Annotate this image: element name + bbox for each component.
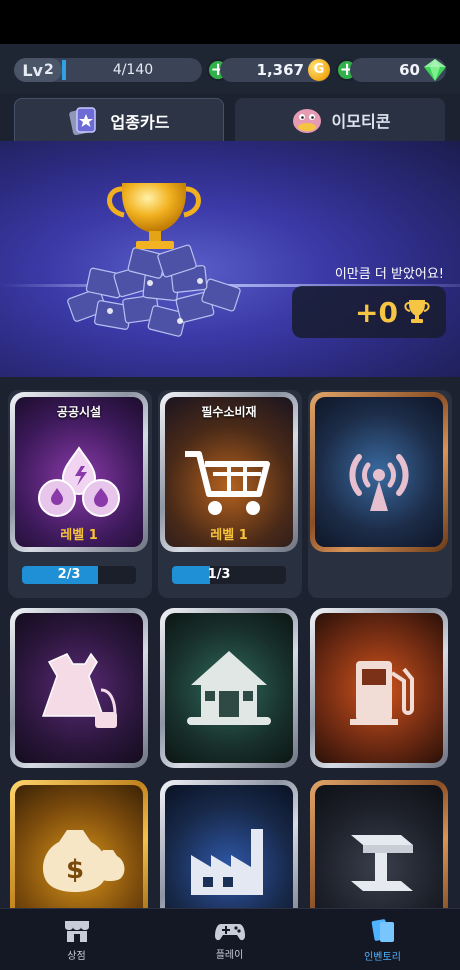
gold-coin-icon: G	[308, 59, 330, 81]
card-energy[interactable]	[310, 608, 448, 768]
shopping-cart-icon	[185, 451, 270, 515]
xp-text: 4/140	[112, 62, 154, 78]
nav-shop[interactable]: 상점	[0, 909, 153, 970]
card-title: 필수소비재	[201, 405, 257, 419]
gold-counter: 1,367 G	[220, 58, 330, 82]
card-consumer-staples[interactable]: 필수소비재 레벨 1	[160, 392, 298, 552]
emoticon-face-icon	[290, 105, 324, 135]
cards-icon	[371, 918, 394, 942]
gamepad-icon	[214, 923, 245, 940]
card-industrials[interactable]	[160, 780, 298, 908]
card-progress-text: 1/3	[207, 567, 231, 582]
level-badge: Lv 2	[14, 58, 62, 82]
fuel-pump-icon	[350, 661, 414, 725]
card-level: 레벨 1	[210, 528, 248, 543]
reward-amount: +0	[355, 295, 398, 329]
reward-display: +0	[292, 286, 446, 338]
gold-amount: 1,367	[256, 61, 304, 79]
gem-amount: 60	[399, 61, 420, 79]
status-bar	[0, 0, 460, 44]
factory-icon	[191, 829, 263, 895]
trophy-icon	[404, 300, 430, 323]
trophy-card-pile-icon	[67, 183, 241, 337]
card-grid: 공공시설 레벨 1 2/3 필수소비재 레벨 1 1/3 $	[0, 378, 460, 908]
banner-message: 이만큼 더 받았어요!	[334, 267, 444, 282]
resource-bar: Lv 2 4/140 + 1,367 G + 60	[0, 44, 460, 94]
antenna-icon	[349, 454, 409, 511]
nav-inventory-label: 인벤토리	[364, 951, 401, 963]
card-progress-text: 2/3	[57, 567, 81, 582]
gem-icon	[424, 59, 446, 81]
card-real-estate[interactable]	[160, 608, 298, 768]
shop-icon	[64, 920, 89, 942]
card-utilities[interactable]: 공공시설 레벨 1	[10, 392, 148, 552]
level-number: 2	[43, 62, 54, 78]
card-title: 공공시설	[56, 405, 102, 419]
reward-banner: 이만큼 더 받았어요! +0	[0, 141, 460, 377]
house-icon	[187, 651, 271, 725]
utilities-icon	[38, 446, 120, 517]
card-materials[interactable]	[310, 780, 448, 908]
bottom-navigation: 상점 플레이 인벤토리	[0, 908, 460, 970]
card-stack-icon	[68, 106, 103, 136]
gem-counter: 60	[350, 58, 446, 82]
tab-emoticons-label: 이모티콘	[331, 112, 391, 131]
tab-emoticons[interactable]: 이모티콘	[235, 98, 445, 142]
tab-industry-cards[interactable]: 업종카드	[14, 98, 224, 142]
card-apparel[interactable]	[10, 608, 148, 768]
card-finance[interactable]: $	[10, 780, 148, 908]
level-progress: Lv 2 4/140	[14, 58, 202, 82]
steel-icon	[351, 835, 413, 891]
inventory-tabs: 업종카드 이모티콘	[0, 94, 460, 142]
svg-text:$: $	[66, 855, 84, 885]
money-bag-icon: $	[43, 830, 125, 892]
dress-icon	[41, 652, 117, 728]
nav-inventory[interactable]: 인벤토리	[306, 909, 459, 970]
card-progress-bar: 2/3	[22, 566, 136, 584]
card-progress-bar: 1/3	[172, 566, 286, 584]
card-level: 레벨 1	[60, 528, 98, 543]
card-telecom[interactable]	[310, 392, 448, 552]
nav-play[interactable]: 플레이	[153, 909, 306, 970]
nav-play-label: 플레이	[215, 949, 244, 961]
level-prefix: Lv	[22, 60, 43, 80]
tab-industry-cards-label: 업종카드	[110, 112, 170, 132]
nav-shop-label: 상점	[67, 950, 86, 962]
